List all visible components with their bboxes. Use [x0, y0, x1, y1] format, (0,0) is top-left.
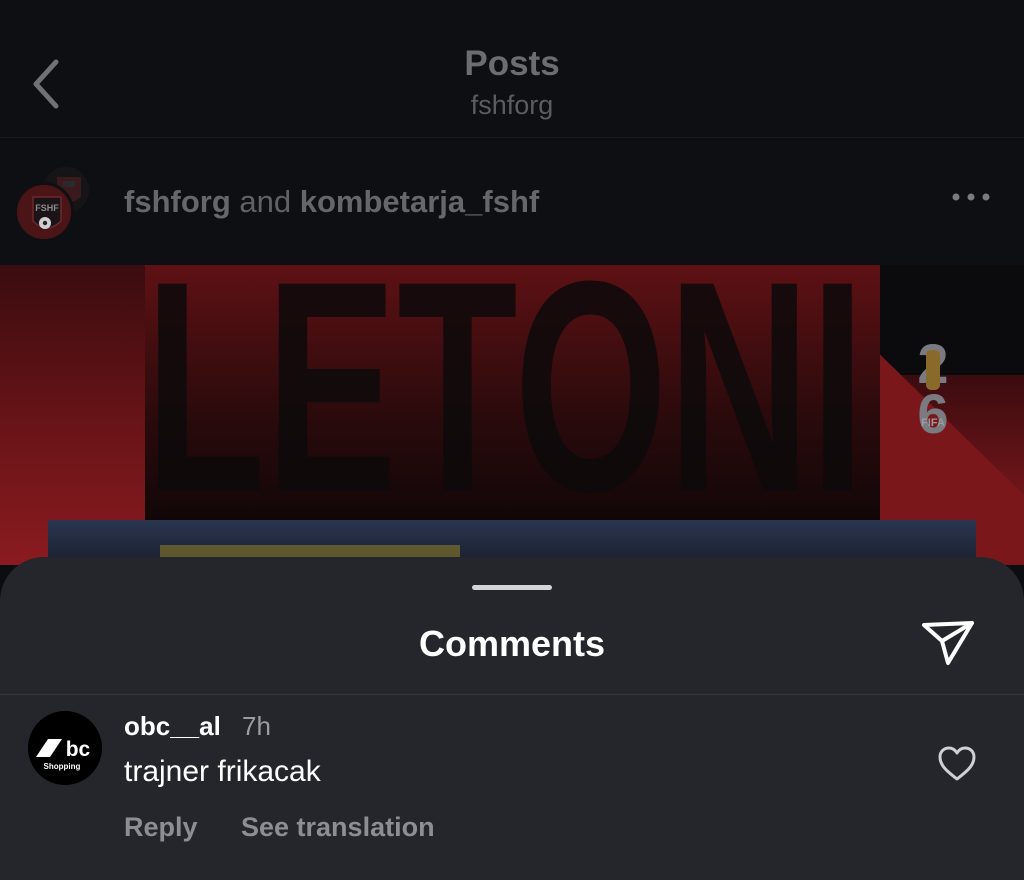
commenter-avatar-subtext: Shopping: [44, 762, 81, 771]
comment-timestamp: 7h: [242, 711, 271, 741]
author-avatar-text: FSHF: [35, 203, 59, 213]
like-comment-button[interactable]: [936, 744, 978, 784]
commenter-avatar[interactable]: bc Shopping: [28, 711, 102, 785]
world-cup-badge: 2 6 FIFA: [917, 332, 948, 445]
post-image[interactable]: LETONI 2 6 FIFA: [0, 265, 1024, 565]
top-bar: Posts fshforg: [0, 0, 1024, 138]
collaborator-username[interactable]: kombetarja_fshf: [300, 184, 539, 219]
author-username[interactable]: fshforg: [124, 184, 231, 219]
commenter-avatar-text: bc: [66, 738, 91, 761]
comment-text: trajner frikacak: [124, 755, 321, 788]
author-avatar[interactable]: FSHF: [14, 182, 74, 242]
heart-outline-icon: [938, 746, 976, 781]
svg-text:6: 6: [917, 382, 948, 445]
more-options-button[interactable]: [948, 185, 994, 209]
comment-username[interactable]: obc__al: [124, 711, 221, 742]
fifa-label: FIFA: [921, 417, 945, 429]
post-usernames: fshforg and kombetarja_fshf: [124, 184, 539, 220]
comments-sheet: Comments bc Shopping obc__al 7h trajner …: [0, 557, 1024, 880]
page-title: Posts: [464, 44, 560, 83]
sheet-drag-handle[interactable]: [472, 585, 552, 590]
more-horizontal-icon: [952, 193, 990, 201]
share-button[interactable]: [920, 617, 976, 667]
page-subtitle: fshforg: [470, 90, 554, 120]
reply-button[interactable]: Reply: [124, 812, 198, 843]
paper-plane-icon: [922, 621, 974, 665]
see-translation-button[interactable]: See translation: [241, 812, 435, 843]
image-headline: LETONI: [145, 265, 865, 554]
connector-text: and: [239, 184, 292, 219]
comments-title: Comments: [418, 623, 606, 664]
comment-item: bc Shopping obc__al 7h trajner frikacak …: [0, 695, 1024, 880]
post-header: FSHF fshforg and kombetarja_fshf: [0, 139, 1024, 265]
